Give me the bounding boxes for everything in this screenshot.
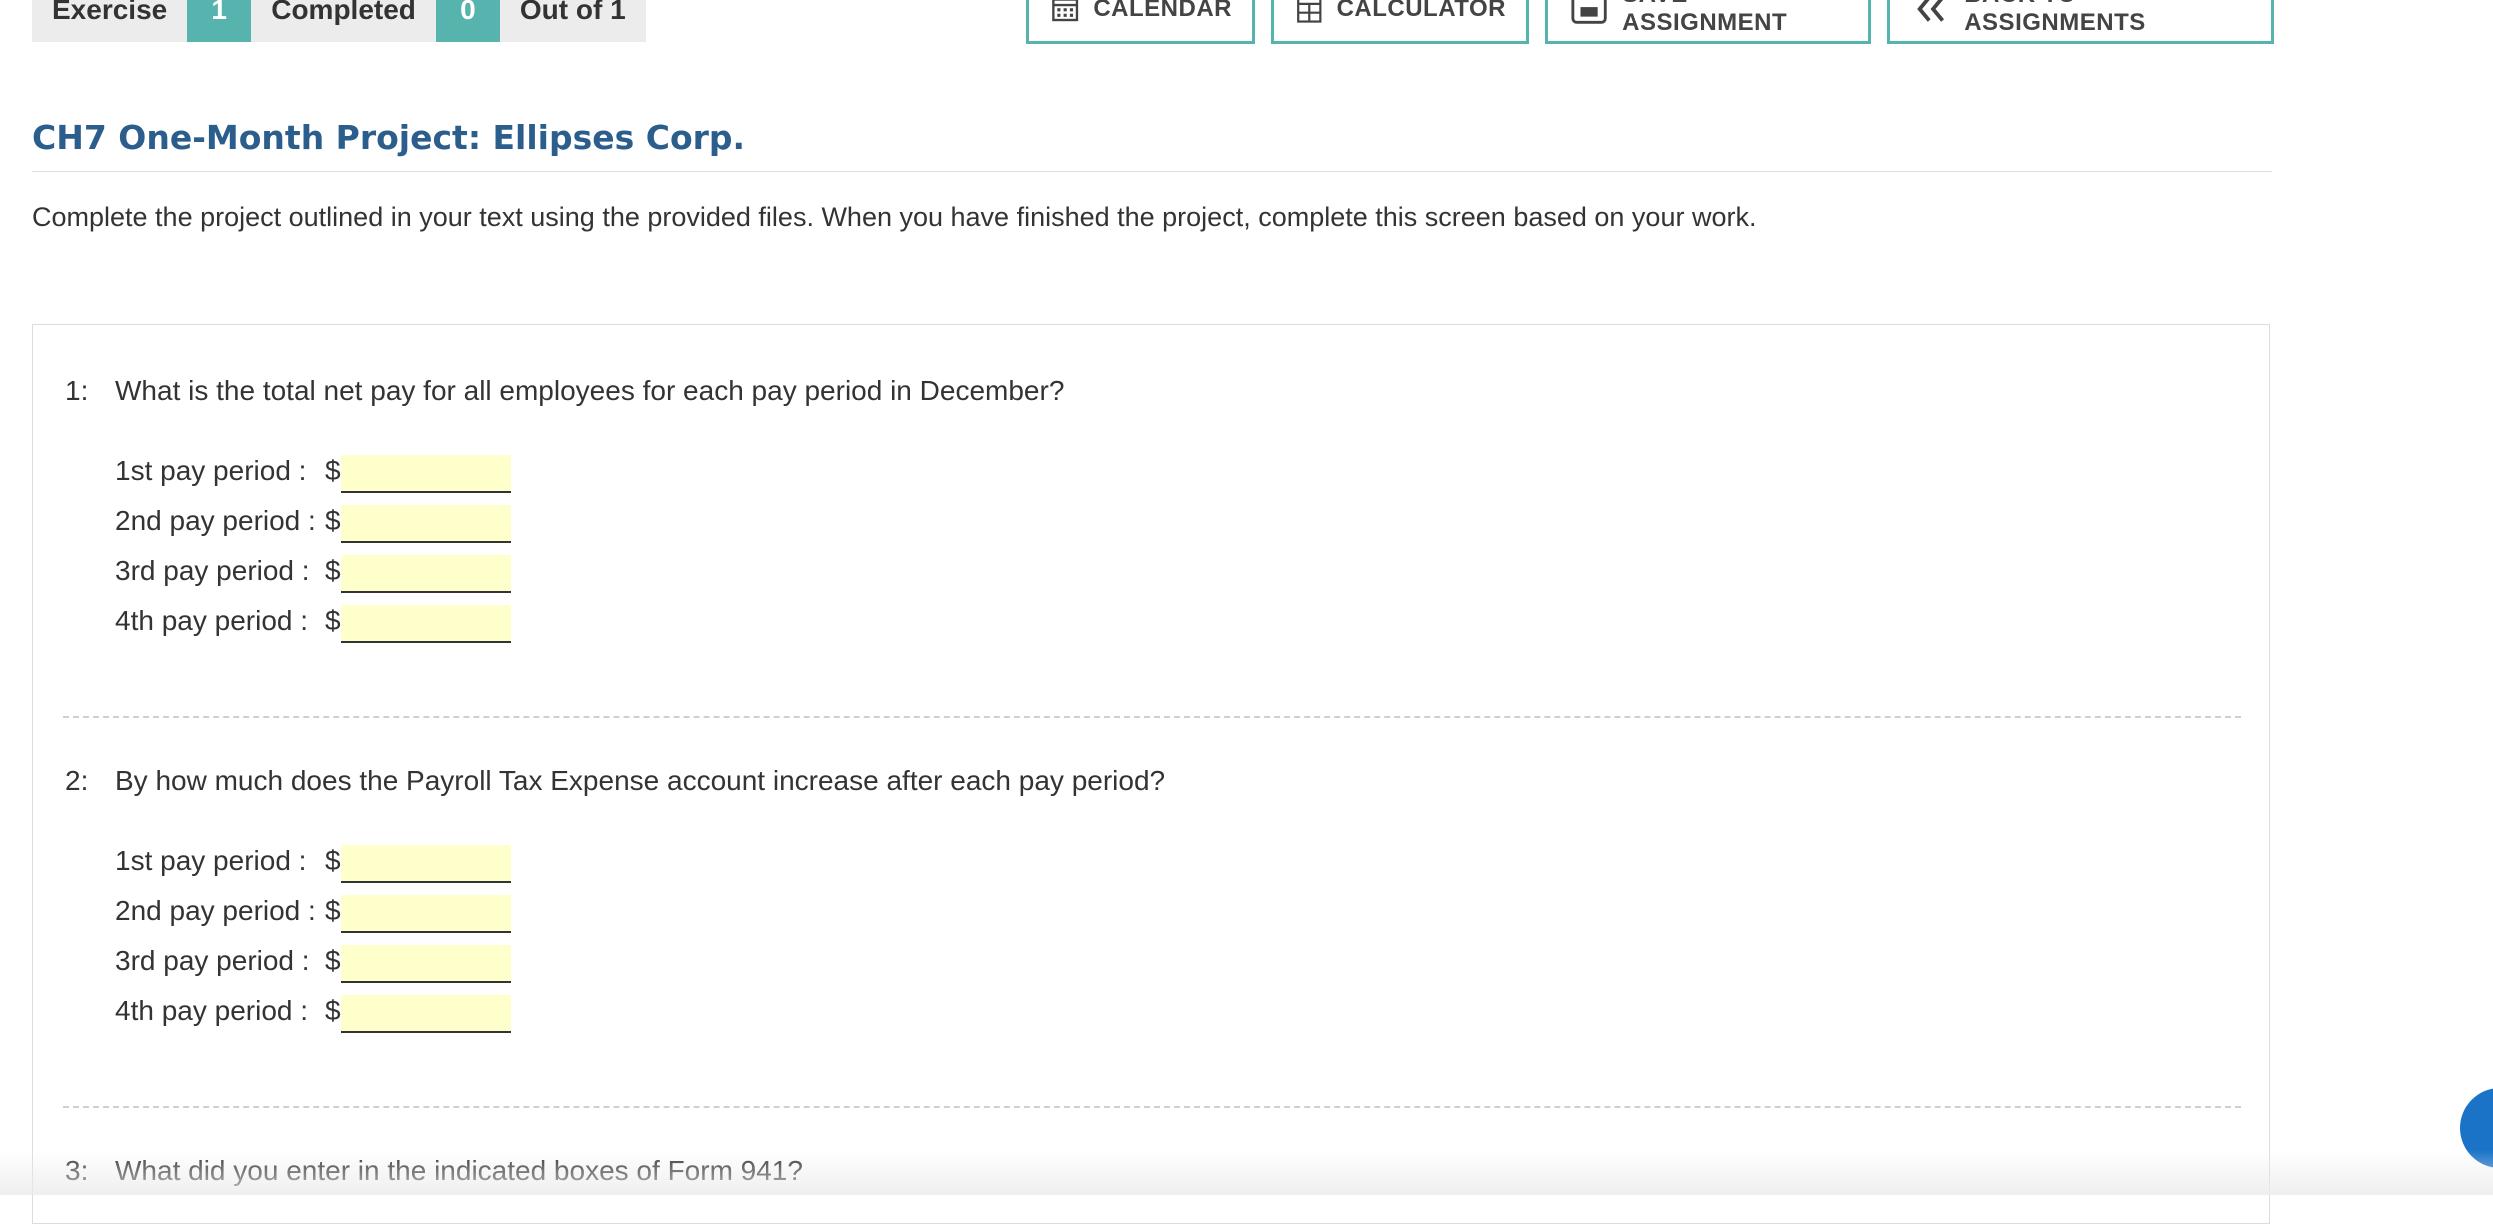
pay-period-label: 1st pay period : bbox=[115, 455, 307, 486]
question-text: 2: By how much does the Payroll Tax Expe… bbox=[65, 765, 2241, 797]
exercise-count: 1 bbox=[187, 0, 252, 42]
answer-row: 3rd pay period : $ bbox=[115, 927, 2241, 983]
calendar-icon bbox=[1052, 0, 1079, 21]
q1-period-2-input[interactable] bbox=[341, 505, 511, 543]
question-prompt: What is the total net pay for all employ… bbox=[115, 375, 1065, 406]
q2-period-2-input[interactable] bbox=[341, 895, 511, 933]
save-icon bbox=[1571, 0, 1607, 24]
currency-symbol: $ bbox=[325, 555, 341, 586]
currency-symbol: $ bbox=[325, 895, 341, 926]
answer-row: 1st pay period : $ bbox=[115, 437, 2241, 493]
page-title: CH7 One-Month Project: Ellipses Corp. bbox=[32, 118, 2272, 172]
currency-symbol: $ bbox=[325, 845, 341, 876]
toolbar: CALENDAR CALCULATOR SAVE ASSIGNMENT BACK… bbox=[1026, 0, 2274, 44]
question-number: 3: bbox=[65, 1155, 89, 1186]
answer-row: 1st pay period : $ bbox=[115, 827, 2241, 883]
question-number: 1: bbox=[65, 375, 89, 406]
out-of-label: Out of 1 bbox=[519, 0, 626, 25]
instructions-text: Complete the project outlined in your te… bbox=[32, 202, 1757, 232]
pay-period-label: 3rd pay period : bbox=[115, 945, 310, 976]
exercise-label: Exercise bbox=[52, 0, 168, 25]
help-chat-button[interactable] bbox=[2460, 1088, 2493, 1168]
q2-period-3-input[interactable] bbox=[341, 945, 511, 983]
back-to-assignments-label: BACK TO ASSIGNMENTS bbox=[1964, 0, 2146, 36]
q1-period-3-input[interactable] bbox=[341, 555, 511, 593]
currency-symbol: $ bbox=[325, 505, 341, 536]
pay-period-label: 2nd pay period : bbox=[115, 895, 316, 926]
answer-row: 4th pay period : $ bbox=[115, 977, 2241, 1033]
question-prompt: What did you enter in the indicated boxe… bbox=[115, 1155, 803, 1186]
question-1: 1: What is the total net pay for all emp… bbox=[65, 375, 2241, 643]
answer-rows: 1st pay period : $ 2nd pay period : $ 3r… bbox=[115, 437, 2241, 643]
questions-panel: 1: What is the total net pay for all emp… bbox=[32, 324, 2270, 1224]
answer-row: 2nd pay period : $ bbox=[115, 487, 2241, 543]
question-2: 2: By how much does the Payroll Tax Expe… bbox=[65, 765, 2241, 1033]
calculator-icon bbox=[1297, 0, 1322, 23]
calculator-button[interactable]: CALCULATOR bbox=[1271, 0, 1529, 44]
pay-period-label: 4th pay period : bbox=[115, 605, 309, 636]
question-number: 2: bbox=[65, 765, 89, 796]
pay-period-label: 1st pay period : bbox=[115, 845, 307, 876]
question-prompt: By how much does the Payroll Tax Expense… bbox=[115, 765, 1166, 796]
question-3: 3: What did you enter in the indicated b… bbox=[65, 1155, 2241, 1187]
pay-period-label: 2nd pay period : bbox=[115, 505, 316, 536]
currency-symbol: $ bbox=[325, 995, 341, 1026]
calculator-label: CALCULATOR bbox=[1336, 0, 1506, 22]
answer-row: 2nd pay period : $ bbox=[115, 877, 2241, 933]
completed-count: 0 bbox=[435, 0, 500, 42]
answer-row: 3rd pay period : $ bbox=[115, 537, 2241, 593]
currency-symbol: $ bbox=[325, 455, 341, 486]
completed-label: Completed bbox=[271, 0, 416, 25]
question-divider bbox=[63, 1106, 2241, 1108]
q2-period-4-input[interactable] bbox=[341, 995, 511, 1033]
calendar-label: CALENDAR bbox=[1093, 0, 1232, 22]
currency-symbol: $ bbox=[325, 945, 341, 976]
q2-period-1-input[interactable] bbox=[341, 845, 511, 883]
calendar-button[interactable]: CALENDAR bbox=[1026, 0, 1255, 44]
progress-bar: Exercise 1 Completed 0 Out of 1 bbox=[32, 0, 646, 42]
double-chevron-left-icon bbox=[1917, 0, 1945, 22]
save-assignment-label: SAVE ASSIGNMENT bbox=[1622, 0, 1788, 36]
question-divider bbox=[63, 716, 2241, 718]
pay-period-label: 3rd pay period : bbox=[115, 555, 310, 586]
save-assignment-button[interactable]: SAVE ASSIGNMENT bbox=[1545, 0, 1871, 44]
question-text: 3: What did you enter in the indicated b… bbox=[65, 1155, 2241, 1187]
question-text: 1: What is the total net pay for all emp… bbox=[65, 375, 2241, 407]
q1-period-1-input[interactable] bbox=[341, 455, 511, 493]
answer-row: 4th pay period : $ bbox=[115, 587, 2241, 643]
answer-rows: 1st pay period : $ 2nd pay period : $ 3r… bbox=[115, 827, 2241, 1033]
back-to-assignments-button[interactable]: BACK TO ASSIGNMENTS bbox=[1887, 0, 2274, 44]
currency-symbol: $ bbox=[325, 605, 341, 636]
pay-period-label: 4th pay period : bbox=[115, 995, 309, 1026]
q1-period-4-input[interactable] bbox=[341, 605, 511, 643]
